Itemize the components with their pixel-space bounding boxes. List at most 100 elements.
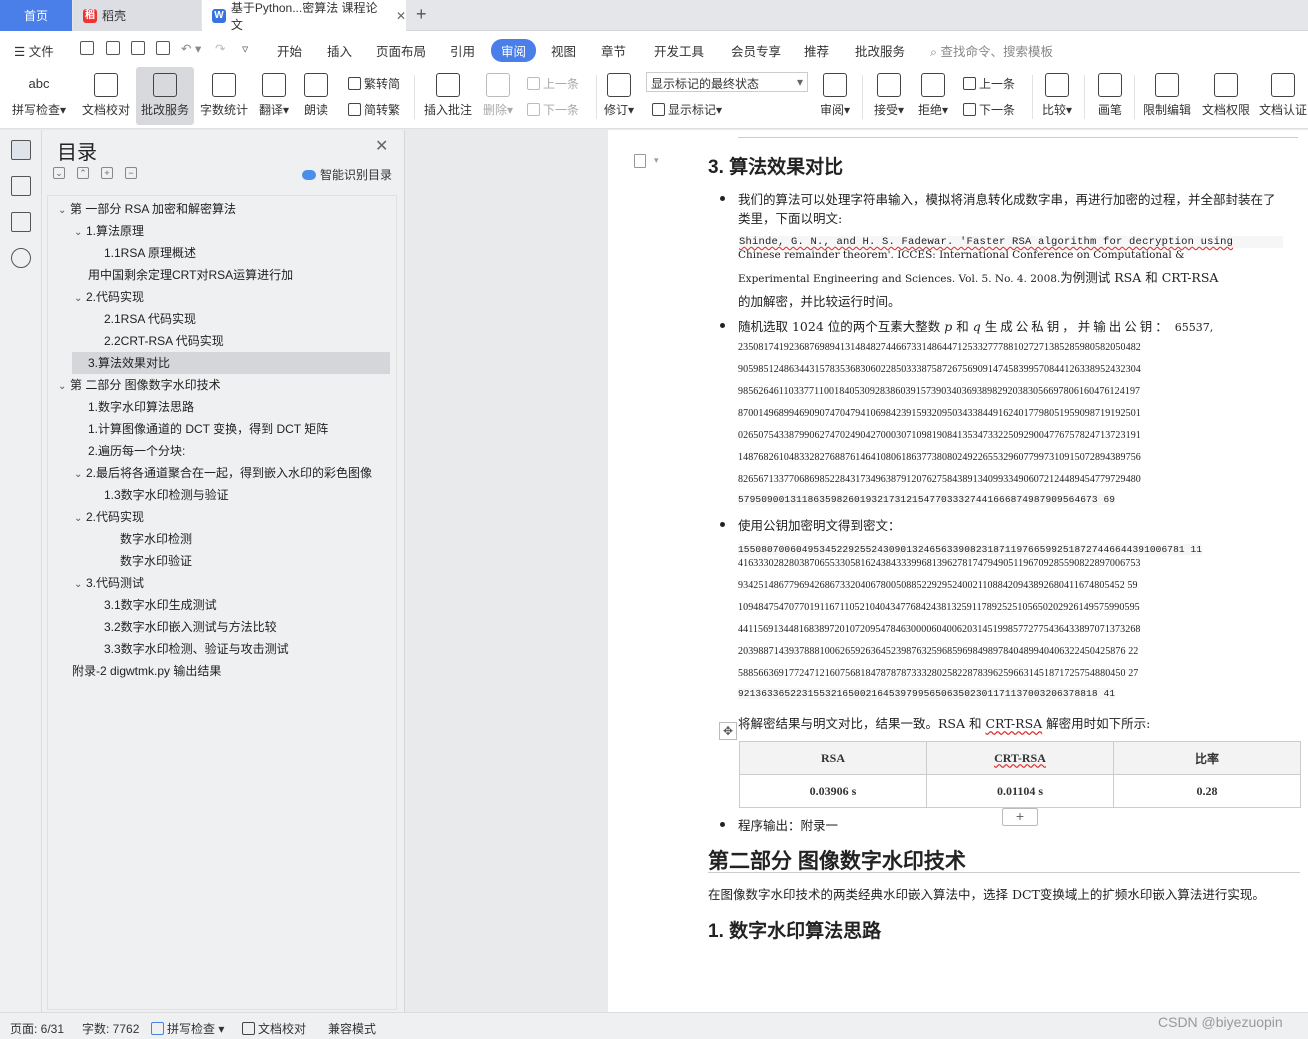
reject-button[interactable]: 拒绝▾ <box>914 67 952 125</box>
export-pdf-icon[interactable] <box>106 41 120 55</box>
trad-to-simp-button[interactable]: 繁转简 <box>348 75 400 92</box>
simp-to-trad-button[interactable]: 简转繁 <box>348 101 400 118</box>
toc-item[interactable]: 3.2数字水印嵌入测试与方法比较 <box>104 616 388 638</box>
status-spell-check[interactable]: 拼写检查 ▾ <box>151 1020 224 1037</box>
translate-button[interactable]: 翻译▾ <box>256 67 292 125</box>
pen-button[interactable]: 画笔 <box>1092 67 1128 125</box>
toc-item[interactable]: 用中国剩余定理CRT对RSA运算进行加 <box>88 264 388 286</box>
toc-item[interactable]: ⌄ 2.代码实现 <box>74 506 388 528</box>
menu-page-layout[interactable]: 页面布局 <box>376 41 426 60</box>
toc-item[interactable]: 1.1RSA 原理概述 <box>104 242 388 264</box>
compare-button[interactable]: 比较▾ <box>1038 67 1076 125</box>
table-move-handle-icon[interactable]: ✥ <box>719 722 737 740</box>
toc-item[interactable]: ⌄ 第 二部分 图像数字水印技术 <box>58 374 388 396</box>
menu-review[interactable]: 审阅 <box>491 39 537 62</box>
menu-start[interactable]: 开始 <box>277 41 302 60</box>
toc-panel-icon[interactable] <box>11 140 31 160</box>
timing-table[interactable]: RSA CRT-RSA 比率 0.03906 s 0.01104 s 0.28 <box>739 741 1301 808</box>
show-markup-button[interactable]: 显示标记▾ <box>652 101 722 118</box>
toc-item[interactable]: 3.3数字水印检测、验证与攻击测试 <box>104 638 388 660</box>
insert-comment-button[interactable]: 插入批注 <box>422 67 474 125</box>
status-doc-proofread[interactable]: 文档校对 <box>242 1020 306 1037</box>
next-comment-button[interactable]: 下一条 <box>527 101 579 118</box>
menu-section[interactable]: 章节 <box>601 41 626 60</box>
prev-comment-button[interactable]: 上一条 <box>527 75 579 92</box>
review-pane-button[interactable]: 审阅▾ <box>815 67 855 125</box>
doc-proofread-button[interactable]: 文档校对 <box>80 67 132 125</box>
table-cell[interactable]: 0.03906 s <box>739 774 927 808</box>
toc-item[interactable]: ⌄ 2.最后将各通道聚合在一起，得到嵌入水印的彩色图像 <box>74 462 388 484</box>
table-cell[interactable]: 0.28 <box>1113 774 1301 808</box>
print-icon[interactable] <box>131 41 145 55</box>
next-change-button[interactable]: 下一条 <box>963 101 1015 118</box>
expand-up-icon[interactable]: ⌃ <box>77 167 89 179</box>
save-icon[interactable] <box>80 41 94 55</box>
toc-item[interactable]: 附录-2 digwtmk.py 输出结果 <box>72 660 388 682</box>
lock-icon <box>1155 73 1179 97</box>
spell-check-button[interactable]: abc 拼写检查▾ <box>8 67 70 125</box>
menu-grading[interactable]: 批改服务 <box>855 41 905 60</box>
word-count-button[interactable]: 字数统计 <box>198 67 250 125</box>
close-tab-icon[interactable]: ✕ <box>396 9 406 23</box>
undo-icon[interactable]: ↶ ▾ <box>181 41 201 56</box>
command-search[interactable]: ⌕ 查找命令、搜索模板 <box>930 41 1053 60</box>
toc-item[interactable]: 2.遍历每一个分块: <box>88 440 388 462</box>
grading-service-button[interactable]: 批改服务 <box>136 67 194 125</box>
toc-item[interactable]: 数字水印验证 <box>120 550 388 572</box>
toc-item[interactable]: 数字水印检测 <box>120 528 388 550</box>
remove-heading-icon[interactable]: − <box>125 167 137 179</box>
page-indicator[interactable]: 页面: 6/31 <box>10 1020 64 1037</box>
menu-insert[interactable]: 插入 <box>327 41 352 60</box>
menu-member[interactable]: 会员专享 <box>731 41 781 60</box>
read-aloud-button[interactable]: 朗读 <box>300 67 332 125</box>
paragraph: 的加解密，并比较运行时间。 <box>738 294 901 309</box>
toc-item-selected[interactable]: 3.算法效果对比 <box>72 352 390 374</box>
delete-comment-button[interactable]: 删除▾ <box>480 67 516 125</box>
table-header-cell[interactable]: 比率 <box>1113 741 1301 775</box>
toc-item[interactable]: 1.3数字水印检测与验证 <box>104 484 388 506</box>
add-row-icon[interactable]: + <box>1002 808 1038 826</box>
doc-permission-button[interactable]: 文档权限 <box>1200 67 1252 125</box>
menu-developer[interactable]: 开发工具 <box>654 41 704 60</box>
tab-home[interactable]: 首页 <box>0 0 72 31</box>
markup-state-select[interactable]: 显示标记的最终状态 ▾ <box>646 72 808 92</box>
menu-bar: ☰ 文件 ↶ ▾ ↷ ▿ 开始 插入 页面布局 引用 审阅 视图 章节 开发工具… <box>0 31 1308 67</box>
toc-item[interactable]: ⌄ 2.代码实现 <box>74 286 388 308</box>
word-count-indicator[interactable]: 字数: 7762 <box>82 1020 139 1037</box>
toc-item[interactable]: 3.1数字水印生成测试 <box>104 594 388 616</box>
tab-daoke[interactable]: 稻稻壳 <box>73 0 201 31</box>
redo-icon[interactable]: ↷ <box>215 41 225 56</box>
toc-item[interactable]: ⌄ 第 一部分 RSA 加密和解密算法 <box>58 198 388 220</box>
accept-button[interactable]: 接受▾ <box>870 67 908 125</box>
document-page[interactable] <box>608 130 1308 1012</box>
toc-item[interactable]: 1.数字水印算法思路 <box>88 396 388 418</box>
menu-view[interactable]: 视图 <box>551 41 576 60</box>
table-cell[interactable]: 0.01104 s <box>926 774 1114 808</box>
new-tab-icon[interactable]: + <box>416 4 427 25</box>
table-header-cell[interactable]: RSA <box>739 741 927 775</box>
add-heading-icon[interactable]: + <box>101 167 113 179</box>
smart-toc-button[interactable]: 智能识别目录 <box>302 166 392 183</box>
navigation-icon[interactable] <box>11 176 31 196</box>
bookmark-icon[interactable] <box>11 212 31 232</box>
toc-item[interactable]: ⌄ 1.算法原理 <box>74 220 388 242</box>
prev-change-button[interactable]: 上一条 <box>963 75 1015 92</box>
menu-recommend[interactable]: 推荐 <box>804 41 829 60</box>
tab-document[interactable]: W 基于Python...密算法 课程论文 ✕ <box>202 0 406 32</box>
toc-item[interactable]: 2.2CRT-RSA 代码实现 <box>104 330 388 352</box>
search-panel-icon[interactable] <box>11 248 31 268</box>
table-header-cell[interactable]: CRT-RSA <box>926 741 1114 775</box>
toc-item[interactable]: 2.1RSA 代码实现 <box>104 308 388 330</box>
toc-item[interactable]: 1.计算图像通道的 DCT 变换，得到 DCT 矩阵 <box>88 418 388 440</box>
doc-auth-button[interactable]: 文档认证 <box>1258 67 1308 125</box>
track-changes-button[interactable]: 修订▾ <box>600 67 638 125</box>
close-icon[interactable]: ✕ <box>375 136 388 156</box>
file-menu[interactable]: ☰ 文件 <box>14 41 54 60</box>
restrict-editing-button[interactable]: 限制编辑 <box>1140 67 1194 125</box>
quick-access-dropdown-icon[interactable]: ▿ <box>242 41 248 56</box>
menu-references[interactable]: 引用 <box>450 41 475 60</box>
page-options-icon[interactable] <box>634 154 646 168</box>
collapse-all-icon[interactable]: ⌄ <box>53 167 65 179</box>
toc-item[interactable]: ⌄ 3.代码测试 <box>74 572 388 594</box>
print-preview-icon[interactable] <box>156 41 170 55</box>
